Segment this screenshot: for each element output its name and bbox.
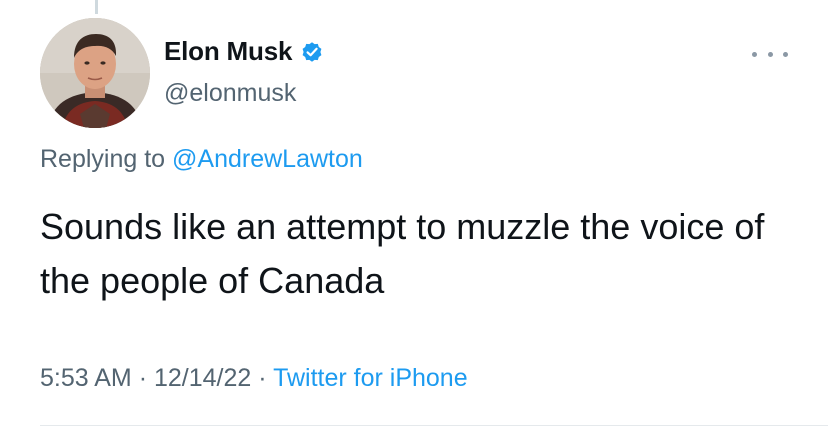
tweet-text: Sounds like an attempt to muzzle the voi… (40, 206, 765, 301)
replying-to-mention-link[interactable]: @AndrewLawton (172, 145, 363, 173)
meta-separator: · (258, 364, 267, 392)
replying-to-line: Replying to @AndrewLawton (40, 145, 363, 174)
author-display-name[interactable]: Elon Musk (164, 36, 292, 67)
replying-to-prefix: Replying to (40, 145, 166, 173)
avatar-photo (40, 18, 150, 128)
thread-connector-line (95, 0, 98, 14)
tweet-card: Elon Musk @elonmusk Replying to @AndrewL… (0, 0, 828, 431)
tweet-source-link[interactable]: Twitter for iPhone (273, 364, 468, 392)
tweet-date[interactable]: 12/14/22 (154, 364, 251, 392)
avatar[interactable] (40, 18, 150, 128)
author-handle[interactable]: @elonmusk (164, 79, 296, 108)
more-options-icon[interactable] (752, 44, 788, 64)
tweet-metadata: 5:53 AM · 12/14/22 · Twitter for iPhone (40, 364, 468, 393)
tweet-time[interactable]: 5:53 AM (40, 364, 132, 392)
author-name-row: Elon Musk (164, 36, 324, 67)
verified-badge-icon (300, 40, 324, 64)
meta-separator: · (138, 364, 148, 392)
divider (40, 425, 828, 426)
